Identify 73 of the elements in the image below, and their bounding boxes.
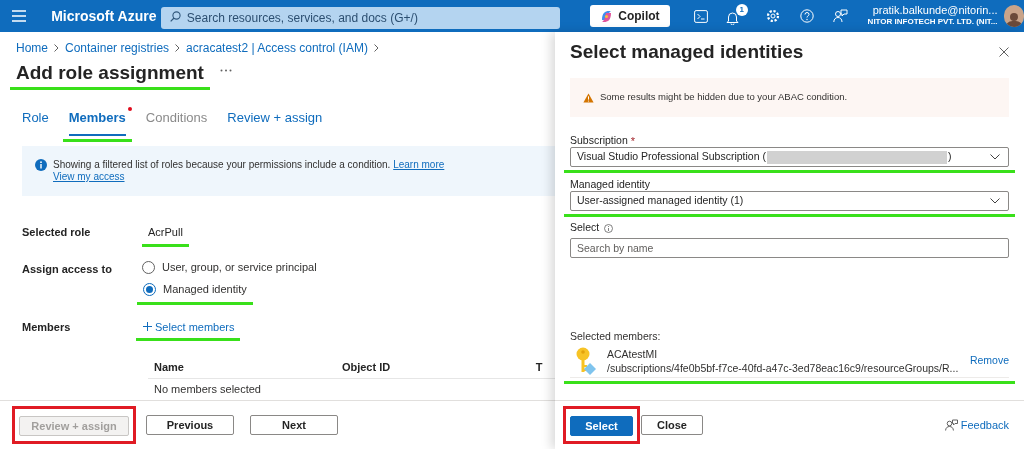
help-button[interactable] — [797, 7, 816, 25]
account-button[interactable]: pratik.balkunde@nitorin... NITOR INFOTECH PVT. LTD. (NIT... — [867, 4, 998, 28]
footer-button[interactable]: Next — [250, 415, 338, 435]
empty-message: No members selected — [153, 382, 262, 396]
feedback-link[interactable]: Feedback — [944, 416, 1009, 434]
radio-option[interactable]: User, group, or service principal — [142, 258, 555, 277]
dropdown[interactable]: Visual Studio Professional Subscription ( ) — [570, 147, 1009, 167]
key-icon — [575, 346, 597, 375]
avatar[interactable] — [1003, 5, 1024, 27]
column-header: Object ID — [341, 360, 392, 376]
chevron-right-icon — [175, 44, 181, 52]
field-label: Selected role — [22, 225, 92, 240]
warning-message: Some results might be hidden due to your ABAC condition. — [600, 90, 848, 105]
field-value: AcrPull — [148, 225, 183, 240]
chevron-down-icon — [990, 154, 1000, 160]
close-button[interactable] — [997, 45, 1011, 59]
chevron-down-icon — [990, 198, 1000, 204]
search-field[interactable]: Search by name — [570, 238, 1009, 258]
notifications-button[interactable]: 1 — [725, 4, 748, 28]
person-feedback-icon — [833, 9, 849, 23]
field-label: Select — [570, 220, 600, 236]
bell-icon — [725, 11, 739, 25]
field-label: Managed identity — [570, 177, 651, 191]
panel-button[interactable]: Close — [641, 415, 703, 435]
info-link[interactable]: View my access — [53, 171, 125, 182]
radio-option[interactable]: Managed identity — [143, 280, 247, 299]
chevron-right-icon — [54, 44, 59, 52]
column-header: Name — [153, 360, 185, 376]
panel-button[interactable]: Select — [570, 416, 633, 437]
menu-icon — [11, 10, 26, 22]
more-button[interactable] — [219, 68, 232, 72]
plus-icon — [143, 322, 152, 332]
info-icon — [35, 159, 47, 171]
info-link[interactable]: Learn more — [393, 159, 445, 170]
feedback-button[interactable] — [831, 7, 850, 25]
search-field[interactable]: Search resources, services, and docs (G+/) — [160, 7, 561, 29]
person-feedback-icon — [944, 419, 958, 431]
tab[interactable]: Review + assign — [227, 108, 323, 136]
tab[interactable]: Role — [22, 108, 49, 136]
settings-icon — [765, 9, 780, 23]
brand-name[interactable]: Microsoft Azure — [51, 5, 161, 27]
more-icon — [219, 68, 232, 72]
copilot-icon — [600, 9, 614, 23]
chevron-right-icon — [373, 44, 379, 52]
select-members-link[interactable]: Select members — [143, 318, 235, 335]
field-label: Assign access to — [22, 261, 113, 277]
person-silhouette-icon — [1005, 11, 1022, 27]
remove-link[interactable]: Remove — [969, 352, 1009, 369]
breadcrumb-link[interactable]: Container registries — [65, 39, 170, 57]
notification-badge: 1 — [735, 4, 748, 16]
field-label: Subscription — [570, 133, 628, 147]
cloud-shell-button[interactable] — [691, 7, 710, 25]
panel-title: Select managed identities — [570, 40, 804, 64]
copilot-button[interactable]: Copilot — [590, 5, 670, 27]
footer-button[interactable]: Previous — [146, 415, 234, 435]
member-name: ACAtestMI — [607, 346, 659, 361]
page-title: Add role assignment — [16, 62, 204, 84]
required-asterisk: * — [630, 134, 636, 147]
section-label: Selected members: — [570, 329, 662, 344]
field-label: Members — [22, 319, 72, 335]
search-icon — [169, 11, 181, 22]
tab[interactable]: Members — [68, 108, 126, 136]
info-icon — [604, 223, 614, 233]
breadcrumb-link[interactable]: Home — [16, 39, 48, 57]
column-header: T — [535, 360, 544, 376]
dropdown[interactable]: User-assigned managed identity (1) — [570, 191, 1009, 211]
terminal-icon — [693, 9, 708, 23]
info-message: Showing a filtered list of roles because your permissions include a condition. Learn more View my access — [53, 159, 445, 183]
member-path: /subscriptions/4fe0b5bf-f7ce-40fd-a47c-3ed78eac16c9/resourceGroups/R... — [607, 360, 960, 375]
close-icon — [999, 47, 1009, 57]
warning-icon — [583, 92, 594, 103]
help-icon — [799, 9, 814, 23]
breadcrumb-link[interactable]: acracatest2 | Access control (IAM) — [186, 39, 368, 57]
